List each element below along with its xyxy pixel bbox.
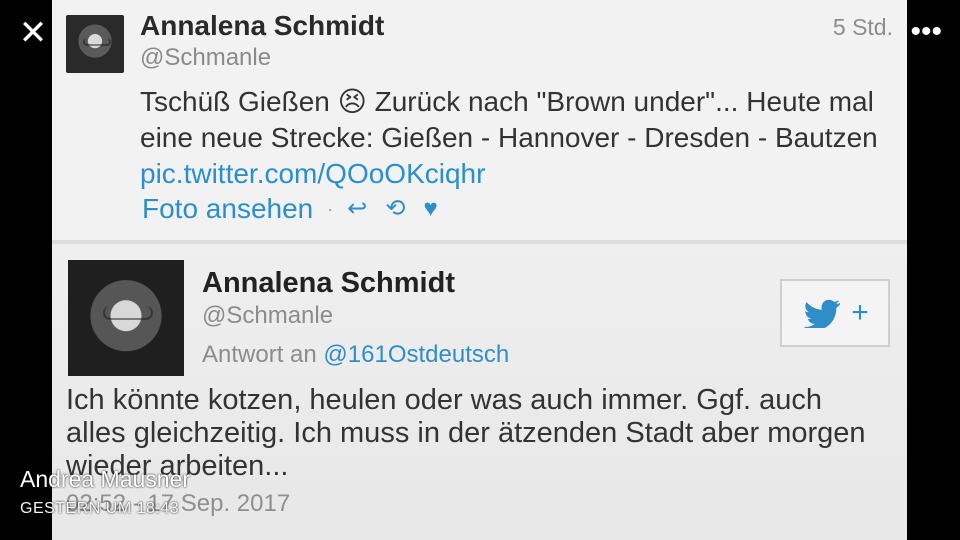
tweet-card-top: Annalena Schmidt @Schmanle 5 Std. Tschüß… <box>52 0 907 240</box>
screenshot-image: Annalena Schmidt @Schmanle 5 Std. Tschüß… <box>52 0 907 540</box>
heart-icon[interactable]: ♥ <box>423 197 437 221</box>
tweet-text: Tschüß Gießen 😣 Zurück nach "Brown under… <box>140 84 900 192</box>
reply-prefix: Antwort an <box>202 341 317 368</box>
avatar <box>68 260 184 376</box>
reply-handle-link[interactable]: @161Ostdeutsch <box>323 341 509 368</box>
tweet-time: 5 Std. <box>832 14 893 40</box>
twitter-bird-icon <box>801 298 843 328</box>
tweet-author-handle: @Schmanle <box>202 302 334 329</box>
tweet-actions: Foto ansehen · ↩ ⟲ ♥ <box>142 193 438 225</box>
follow-button[interactable]: + <box>780 279 890 347</box>
tweet-author-name: Annalena Schmidt <box>202 267 455 299</box>
tweet-card-bottom: Annalena Schmidt @Schmanle Antwort an @1… <box>52 244 907 540</box>
follow-plus-icon: + <box>851 296 869 329</box>
post-time: GESTERN UM 18:43 <box>20 500 180 517</box>
tweet-text-prefix: Tschüß Gießen <box>140 86 330 117</box>
reply-context: Antwort an @161Ostdeutsch <box>202 341 509 369</box>
retweet-icon[interactable]: ⟲ <box>385 197 405 221</box>
more-icon[interactable]: ••• <box>910 17 942 47</box>
reply-icon[interactable]: ↩ <box>347 197 367 221</box>
post-author-name: Andrea Mausner <box>20 466 191 492</box>
right-black-margin <box>907 0 960 540</box>
tweet-author-handle: @Schmanle <box>140 44 272 71</box>
separator-dot: · <box>327 198 334 219</box>
tweet-author-name: Annalena Schmidt <box>140 10 385 41</box>
close-icon[interactable]: ✕ <box>18 16 48 50</box>
left-black-margin <box>0 0 52 540</box>
view-photo-link[interactable]: Foto ansehen <box>142 193 313 225</box>
persevering-face-icon: 😣 <box>337 86 367 117</box>
tweet-link[interactable]: pic.twitter.com/QOoOKciqhr <box>140 158 485 189</box>
avatar <box>66 15 124 73</box>
